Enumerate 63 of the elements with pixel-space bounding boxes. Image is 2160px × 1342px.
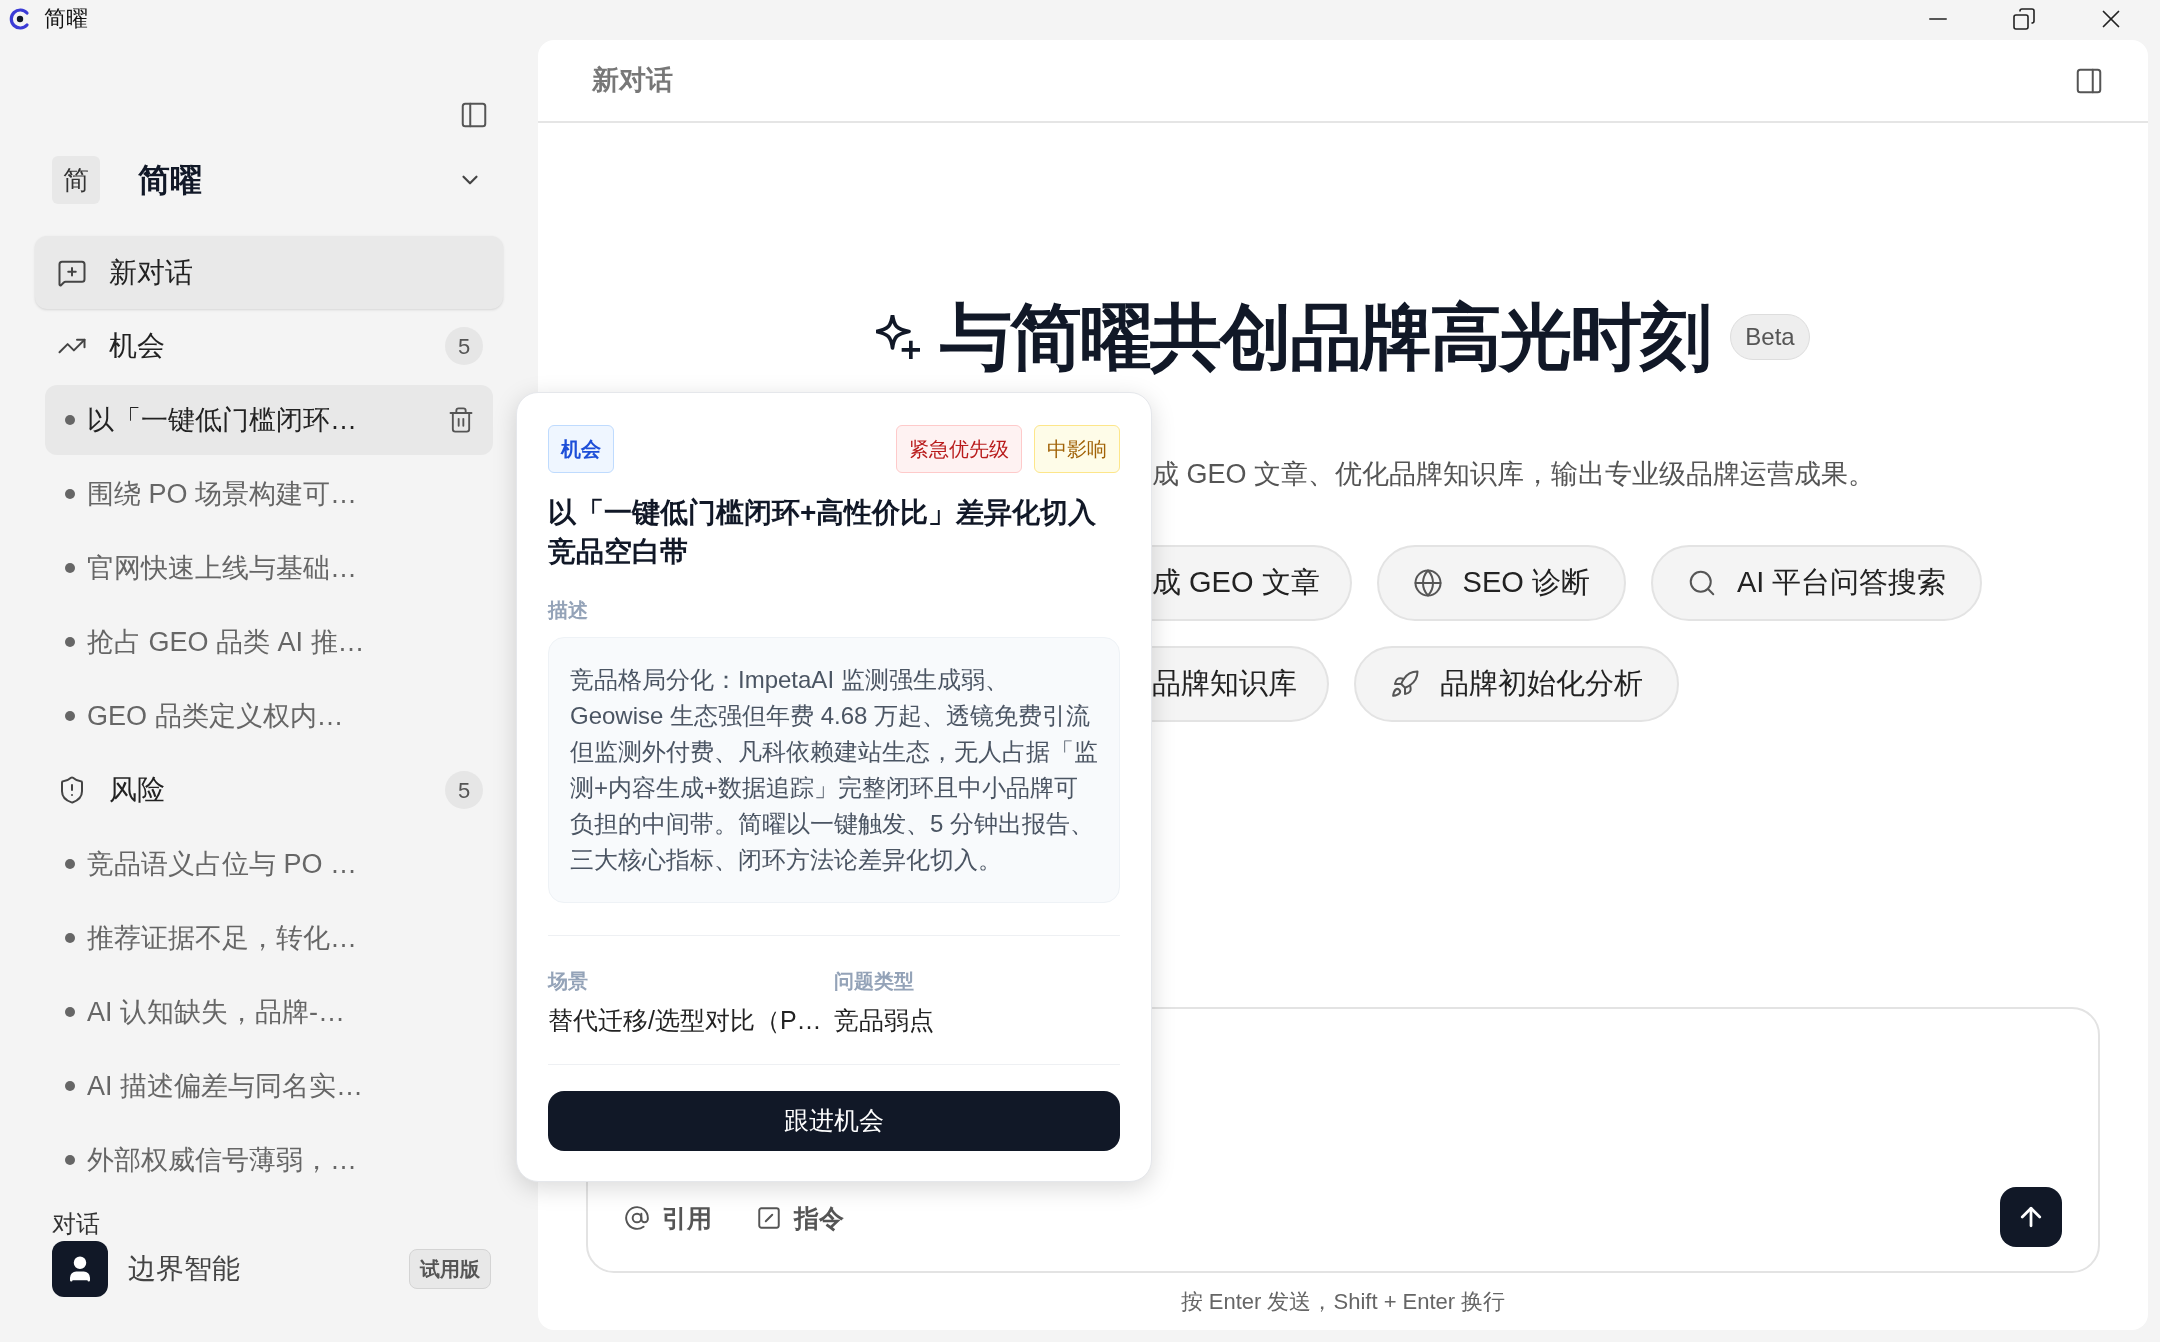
sidebar-item[interactable]: 以「一键低门槛闭环… — [45, 385, 493, 455]
suggestion-chip[interactable]: AI 平台问答搜索 — [1650, 545, 1983, 621]
beta-badge: Beta — [1730, 314, 1810, 360]
globe-icon — [1412, 568, 1443, 598]
bullet-icon — [65, 563, 75, 573]
bullet-icon — [65, 1081, 75, 1091]
bullet-icon — [65, 1007, 75, 1017]
sidebar-item[interactable]: AI 描述偏差与同名实… — [45, 1051, 493, 1121]
sidebar-item[interactable]: 围绕 PO 场景构建可… — [45, 459, 493, 529]
follow-up-button[interactable]: 跟进机会 — [548, 1090, 1120, 1151]
sidebar-item[interactable]: 外部权威信号薄弱，… — [45, 1125, 493, 1195]
composer-tool-button[interactable]: 引用 — [624, 1199, 712, 1237]
rocket-icon — [1390, 669, 1420, 699]
suggestion-chip[interactable]: 品牌知识库 — [1152, 646, 1329, 722]
sidebar-item[interactable]: AI 认知缺失，品牌-… — [45, 977, 493, 1047]
at-sign-icon — [624, 1205, 650, 1232]
bullet-icon — [65, 933, 75, 943]
hero-title: 与简曜共创品牌高光时刻 — [940, 296, 1711, 379]
chat-title: 新对话 — [592, 64, 673, 98]
restore-icon[interactable] — [2012, 6, 2036, 31]
new-chat-button[interactable]: 新对话 — [35, 236, 503, 309]
bullet-icon — [65, 415, 75, 425]
sidebar-item[interactable]: 推荐证据不足，转化… — [45, 903, 493, 973]
slash-square-icon — [756, 1205, 782, 1232]
sidebar-item[interactable]: GEO 品类定义权内… — [45, 681, 493, 751]
sparkle-icon — [876, 315, 921, 359]
window-title: 简曜 — [44, 5, 88, 33]
input-hint: 按 Enter 发送，Shift + Enter 换行 — [1180, 1288, 1506, 1316]
count-badge: 5 — [445, 327, 483, 365]
sidebar-item[interactable]: 竞品语义占位与 PO … — [45, 829, 493, 899]
count-badge: 5 — [445, 771, 483, 809]
bullet-icon — [65, 1155, 75, 1165]
user-avatar — [52, 1241, 108, 1297]
tag: 紧急优先级 — [896, 425, 1022, 473]
card-title: 以「一键低门槛闭环+高性价比」差异化切入竞品空白带 — [548, 496, 1098, 569]
suggestion-chip[interactable]: 品牌初始化分析 — [1354, 646, 1679, 722]
bullet-icon — [65, 489, 75, 499]
section-label: 对话 — [51, 1211, 101, 1237]
user-name: 边界智能 — [128, 1252, 240, 1286]
hero-subtitle: 成 GEO 文章、优化品牌知识库，输出专业级品牌运营成果。 — [1152, 458, 1876, 491]
trash-icon[interactable] — [447, 406, 475, 434]
collapse-sidebar-icon[interactable] — [459, 100, 489, 130]
sidebar-item[interactable]: 抢占 GEO 品类 AI 推… — [45, 607, 493, 677]
sidebar-item[interactable]: 官网快速上线与基础… — [45, 533, 493, 603]
field-label: 场景 — [548, 969, 589, 994]
workspace-name: 简曜 — [138, 161, 202, 200]
bullet-icon — [65, 859, 75, 869]
bullet-icon — [65, 637, 75, 647]
suggestion-chip[interactable]: 成 GEO 文章 — [1152, 545, 1352, 621]
tag: 中影响 — [1034, 425, 1120, 473]
bullet-icon — [65, 711, 75, 721]
field-label: 问题类型 — [834, 969, 915, 994]
group-heading: 风险 — [109, 773, 165, 807]
workspace-avatar: 简 — [52, 156, 100, 204]
field-label: 描述 — [548, 598, 589, 623]
composer-tool-button[interactable]: 指令 — [756, 1199, 844, 1237]
group-heading: 机会 — [109, 329, 165, 363]
tag: 机会 — [548, 425, 614, 473]
description-text: 竞品格局分化：ImpetaAI 监测强生成弱、Geowise 生态强但年费 4.68 万起、透镜免费引流但监测外付费、凡科依赖建站生态，无人占据「监测+内容生成+数据追踪」完整闭环且中小品牌可负担的中间带。简曜以一键触发、5 分钟出报告、三大核心指标、闭环方法论差异化切入。 — [548, 637, 1120, 903]
field-value: 竞品弱点 — [834, 1005, 935, 1036]
send-button[interactable] — [2000, 1187, 2062, 1247]
plan-badge: 试用版 — [409, 1249, 491, 1289]
suggestion-chip[interactable]: SEO 诊断 — [1376, 545, 1626, 621]
